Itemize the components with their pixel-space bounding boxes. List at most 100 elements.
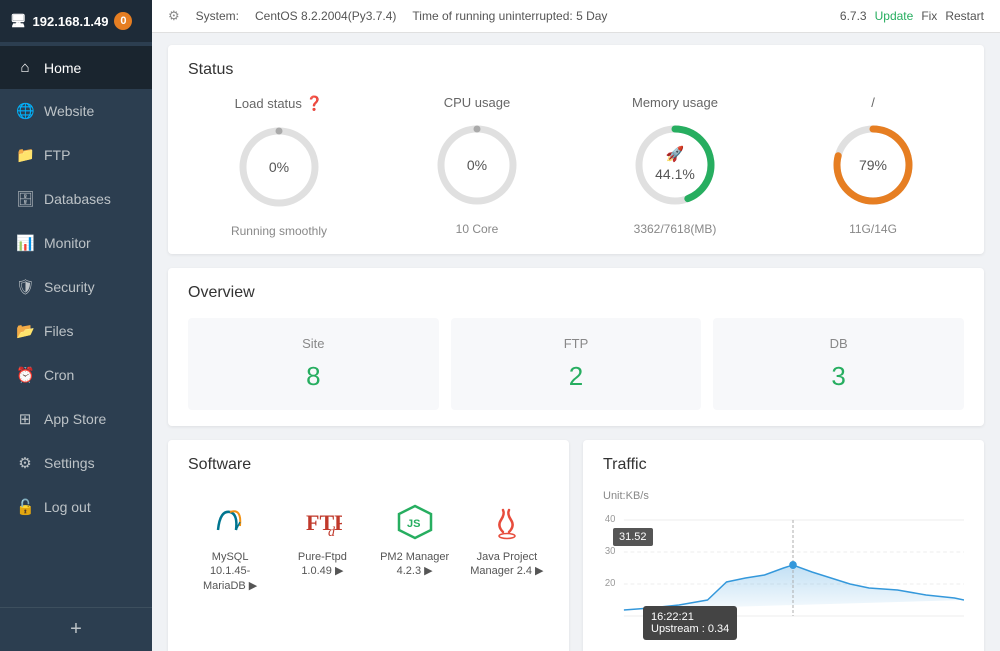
- pm2-label: PM2 Manager 4.2.3 ▶: [377, 550, 453, 579]
- svg-text:20: 20: [605, 578, 616, 589]
- ftp-icon: 📁: [16, 146, 34, 164]
- sidebar-item-label: Files: [44, 323, 74, 339]
- sidebar-header: 🖥 192.168.1.49 0: [0, 0, 152, 42]
- tooltip-time: 16:22:21: [651, 611, 729, 623]
- sidebar-item-label: Log out: [44, 499, 91, 515]
- overview-item-ftp: FTP 2: [451, 318, 702, 410]
- cpu-value: 0%: [467, 157, 487, 173]
- status-item-load: Load status ❓ 0% Running smoothly: [188, 95, 370, 238]
- sidebar-item-label: App Store: [44, 411, 106, 427]
- sidebar-item-label: Settings: [44, 455, 95, 471]
- update-button[interactable]: Update: [875, 9, 914, 23]
- cpu-label: CPU usage: [444, 95, 510, 110]
- software-item-ftpd[interactable]: FTP d Pure-Ftpd 1.0.49 ▶: [280, 490, 364, 603]
- sidebar-item-logout[interactable]: 🔓 Log out: [0, 485, 152, 529]
- traffic-title: Traffic: [603, 456, 964, 474]
- restart-button[interactable]: Restart: [945, 9, 984, 23]
- files-icon: 📂: [16, 322, 34, 340]
- load-label: Load status ❓: [235, 95, 324, 112]
- status-item-memory: Memory usage 🚀 44.1% 3362/7618(MB): [584, 95, 766, 238]
- top-bar: ⚙ System: CentOS 8.2.2004(Py3.7.4) Time …: [152, 0, 1000, 33]
- sidebar-item-label: Security: [44, 279, 95, 295]
- memory-donut: 🚀 44.1%: [630, 120, 720, 210]
- shield-icon: 🛡: [16, 278, 34, 296]
- sidebar-item-cron[interactable]: ⏰ Cron: [0, 353, 152, 397]
- monitor-icon: 📊: [16, 234, 34, 252]
- software-title: Software: [188, 456, 549, 474]
- sidebar-item-monitor[interactable]: 📊 Monitor: [0, 221, 152, 265]
- fix-button[interactable]: Fix: [921, 9, 937, 23]
- uptime-label: Time of running uninterrupted: 5 Day: [412, 9, 607, 23]
- logout-icon: 🔓: [16, 498, 34, 516]
- appstore-icon: ⊞: [16, 410, 34, 428]
- bottom-row: Software MySQL 10.1.45-MariaDB ▶: [168, 440, 984, 651]
- java-icon: [485, 500, 529, 544]
- status-item-disk: / 79% 11G/14G: [782, 95, 964, 238]
- ftp-ov-value: 2: [469, 361, 684, 392]
- software-item-pm2[interactable]: JS PM2 Manager 4.2.3 ▶: [373, 490, 457, 603]
- cpu-sublabel: 10 Core: [456, 222, 499, 236]
- info-icon: ❓: [306, 95, 323, 112]
- sidebar-item-label: Home: [44, 60, 81, 76]
- software-item-java[interactable]: Java Project Manager 2.4 ▶: [465, 490, 549, 603]
- sidebar-item-label: Website: [44, 103, 94, 119]
- tooltip-detail: Upstream : 0.34: [651, 623, 729, 635]
- sidebar-item-appstore[interactable]: ⊞ App Store: [0, 397, 152, 441]
- db-label: DB: [731, 336, 946, 351]
- top-bar-right: 6.7.3 Update Fix Restart: [840, 9, 984, 23]
- traffic-tooltip-box: 16:22:21 Upstream : 0.34: [643, 606, 737, 640]
- monitor-icon: 🖥: [10, 13, 27, 29]
- sidebar-item-label: Monitor: [44, 235, 91, 251]
- sidebar-item-home[interactable]: ⌂ Home: [0, 46, 152, 89]
- overview-grid: Site 8 FTP 2 DB 3: [188, 318, 964, 410]
- sidebar-item-ftp[interactable]: 📁 FTP: [0, 133, 152, 177]
- overview-title: Overview: [188, 284, 964, 302]
- disk-label: /: [871, 95, 875, 110]
- memory-sublabel: 3362/7618(MB): [634, 222, 717, 236]
- sidebar-item-website[interactable]: 🌐 Website: [0, 89, 152, 133]
- software-grid: MySQL 10.1.45-MariaDB ▶ FTP d Pure-Ftpd …: [188, 490, 549, 603]
- status-card: Status Load status ❓ 0% Runn: [168, 45, 984, 254]
- traffic-chart: 31.52 40 30 20: [603, 510, 964, 650]
- overview-item-db: DB 3: [713, 318, 964, 410]
- sidebar-item-label: Cron: [44, 367, 74, 383]
- svg-text:40: 40: [605, 514, 616, 525]
- site-label: Site: [206, 336, 421, 351]
- notification-badge: 0: [114, 12, 132, 30]
- sys-value: CentOS 8.2.2004(Py3.7.4): [255, 9, 396, 23]
- sidebar-item-settings[interactable]: ⚙ Settings: [0, 441, 152, 485]
- sidebar-item-databases[interactable]: 🗄 Databases: [0, 177, 152, 221]
- status-title: Status: [188, 61, 964, 79]
- sidebar-item-security[interactable]: 🛡 Security: [0, 265, 152, 309]
- home-icon: ⌂: [16, 59, 34, 76]
- software-card: Software MySQL 10.1.45-MariaDB ▶: [168, 440, 569, 651]
- sidebar-item-label: FTP: [44, 147, 70, 163]
- software-item-mysql[interactable]: MySQL 10.1.45-MariaDB ▶: [188, 490, 272, 603]
- traffic-card: Traffic Unit:KB/s 31.52 40 30 20: [583, 440, 984, 651]
- status-grid: Load status ❓ 0% Running smoothly CPU u: [188, 95, 964, 238]
- sys-label: System:: [196, 9, 239, 23]
- disk-sublabel: 11G/14G: [849, 222, 897, 236]
- memory-value: 44.1%: [655, 166, 695, 182]
- content-area: Status Load status ❓ 0% Runn: [152, 33, 1000, 651]
- svg-text:d: d: [328, 525, 336, 540]
- version-label: 6.7.3: [840, 9, 867, 23]
- system-icon: ⚙: [168, 8, 180, 24]
- sidebar-item-files[interactable]: 📂 Files: [0, 309, 152, 353]
- site-value: 8: [206, 361, 421, 392]
- server-ip: 192.168.1.49: [33, 14, 109, 29]
- sidebar-item-label: Databases: [44, 191, 111, 207]
- overview-card: Overview Site 8 FTP 2 DB 3: [168, 268, 984, 426]
- ftp-ov-label: FTP: [469, 336, 684, 351]
- java-label: Java Project Manager 2.4 ▶: [469, 550, 545, 579]
- add-button[interactable]: +: [70, 618, 82, 640]
- website-icon: 🌐: [16, 102, 34, 120]
- sidebar-footer: +: [0, 607, 152, 651]
- mysql-label: MySQL 10.1.45-MariaDB ▶: [192, 550, 268, 593]
- cpu-donut: 0%: [432, 120, 522, 210]
- load-sublabel: Running smoothly: [231, 224, 327, 238]
- disk-donut: 79%: [828, 120, 918, 210]
- ftpd-icon: FTP d: [300, 500, 344, 544]
- traffic-tooltip-value: 31.52: [613, 528, 653, 546]
- load-value: 0%: [269, 159, 289, 175]
